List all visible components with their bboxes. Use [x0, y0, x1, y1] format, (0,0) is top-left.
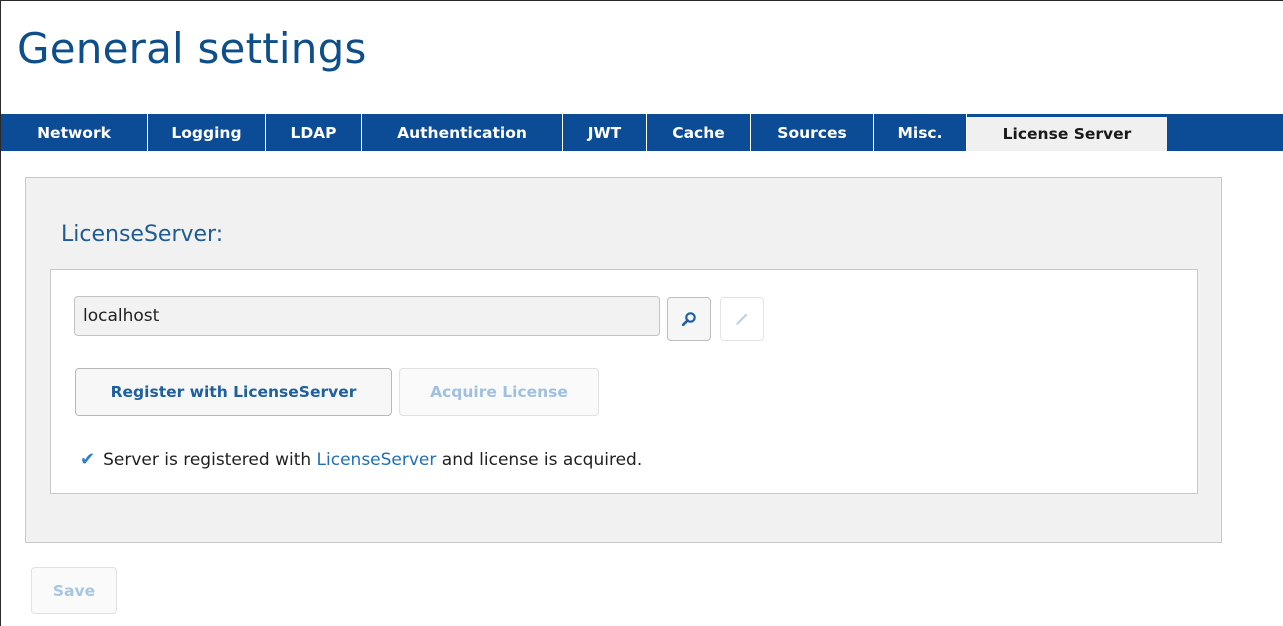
settings-tabbar: Network Logging LDAP Authentication JWT … — [1, 114, 1283, 151]
tab-network[interactable]: Network — [1, 114, 148, 151]
status-suffix: and license is acquired. — [441, 449, 643, 470]
tab-license-server[interactable]: License Server — [967, 117, 1167, 151]
checkmark-icon: ✔ — [80, 449, 96, 470]
acquire-license-button[interactable]: Acquire License — [399, 368, 599, 416]
tab-misc[interactable]: Misc. — [874, 114, 967, 151]
page-title: General settings — [17, 24, 367, 73]
licenseserver-link[interactable]: LicenseServer — [317, 450, 437, 470]
tab-ldap[interactable]: LDAP — [266, 114, 362, 151]
tab-sources[interactable]: Sources — [751, 114, 874, 151]
tab-authentication[interactable]: Authentication — [362, 114, 563, 151]
license-server-input[interactable] — [74, 296, 660, 336]
tab-logging[interactable]: Logging — [148, 114, 266, 151]
search-license-server-button[interactable] — [667, 297, 711, 341]
pencil-icon — [736, 313, 748, 325]
section-title: LicenseServer: — [61, 222, 224, 247]
search-icon — [681, 312, 696, 327]
tab-jwt[interactable]: JWT — [563, 114, 647, 151]
save-button[interactable]: Save — [31, 567, 117, 614]
register-with-licenseserver-button[interactable]: Register with LicenseServer — [75, 368, 392, 416]
edit-license-server-button[interactable] — [720, 297, 764, 341]
registration-status: ✔ Server is registered with LicenseServe… — [80, 449, 642, 470]
tab-cache[interactable]: Cache — [647, 114, 751, 151]
status-prefix: Server is registered with — [103, 449, 312, 470]
